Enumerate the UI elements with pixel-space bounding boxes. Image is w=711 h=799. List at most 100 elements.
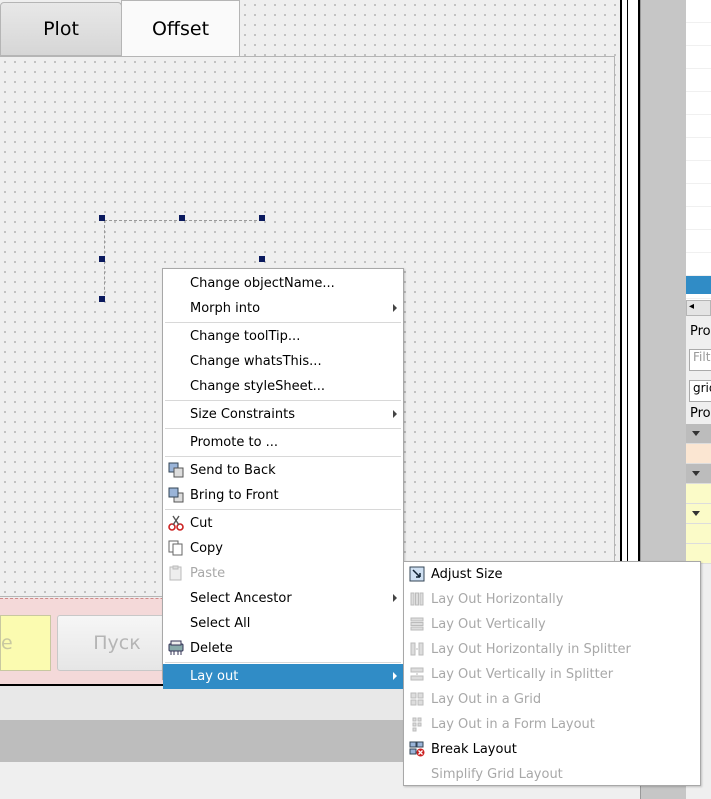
send-to-back-icon	[168, 462, 184, 478]
splitter-horizontal-icon	[410, 642, 424, 656]
selection-handle[interactable]	[179, 215, 185, 221]
property-row[interactable]	[686, 484, 711, 504]
expand-icon[interactable]	[692, 511, 700, 516]
menu-item-change-objectname[interactable]: Change objectName...	[163, 271, 403, 296]
property-filter-input[interactable]: Filt	[689, 349, 711, 371]
start-button[interactable]: Пуск	[57, 615, 177, 671]
grid-layout-icon	[410, 692, 424, 706]
submenu-arrow-icon	[393, 304, 397, 312]
line-edit-text: е	[1, 632, 13, 654]
menu-item-paste[interactable]: Paste	[163, 561, 403, 586]
menu-item-bring-to-front[interactable]: Bring to Front	[163, 483, 403, 508]
property-header: Pro	[690, 406, 711, 421]
scroll-left-icon[interactable]: ◂	[689, 301, 694, 312]
property-group-row[interactable]	[686, 464, 711, 484]
menu-item-label: Simplify Grid Layout	[431, 767, 563, 782]
menu-separator	[165, 322, 401, 323]
menu-item-lay-out-horizontally-in-splitter[interactable]: Lay Out Horizontally in Splitter	[404, 637, 700, 662]
selection-handle[interactable]	[99, 296, 105, 302]
submenu-arrow-icon	[393, 410, 397, 418]
tab-plot-label: Plot	[43, 18, 79, 40]
menu-item-label: Change toolTip...	[190, 329, 301, 344]
menu-item-lay-out-vertically[interactable]: Lay Out Vertically	[404, 612, 700, 637]
submenu-arrow-icon	[393, 672, 397, 680]
menu-item-label: Size Constraints	[190, 407, 295, 422]
object-class-field: grid	[689, 380, 711, 402]
menu-item-label: Lay Out Vertically	[431, 617, 546, 632]
property-row[interactable]	[686, 524, 711, 544]
submenu-arrow-icon	[393, 594, 397, 602]
menu-item-change-whatsthis[interactable]: Change whatsThis...	[163, 349, 403, 374]
menu-item-label: Adjust Size	[431, 567, 503, 582]
menu-item-change-tooltip[interactable]: Change toolTip...	[163, 324, 403, 349]
menu-item-adjust-size[interactable]: Adjust Size	[404, 562, 700, 587]
menu-item-label: Cut	[190, 516, 213, 531]
start-button-label: Пуск	[93, 632, 141, 654]
menu-item-label: Change whatsThis...	[190, 354, 322, 369]
expand-icon[interactable]	[692, 431, 700, 436]
break-layout-icon	[409, 741, 425, 757]
menu-item-simplify-grid-layout[interactable]: Simplify Grid Layout	[404, 762, 700, 787]
menu-item-lay-out-vertically-in-splitter[interactable]: Lay Out Vertically in Splitter	[404, 662, 700, 687]
menu-item-select-ancestor[interactable]: Select Ancestor	[163, 586, 403, 611]
menu-item-size-constraints[interactable]: Size Constraints	[163, 402, 403, 427]
menu-item-label: Change styleSheet...	[190, 379, 326, 394]
selection-handle[interactable]	[99, 256, 105, 262]
selection-handle[interactable]	[99, 215, 105, 221]
menu-item-label: Promote to ...	[190, 435, 279, 450]
menu-item-lay-out-in-a-grid[interactable]: Lay Out in a Grid	[404, 687, 700, 712]
layout-horizontal-icon	[410, 592, 424, 606]
menu-item-label: Lay Out Horizontally	[431, 592, 564, 607]
property-row[interactable]	[686, 504, 711, 524]
menu-item-label: Delete	[190, 641, 233, 656]
lay-out-submenu: Adjust Size Lay Out Horizontally Lay Out…	[403, 561, 701, 786]
menu-item-label: Morph into	[190, 301, 261, 316]
menu-item-label: Send to Back	[190, 463, 276, 478]
property-row[interactable]	[686, 444, 711, 464]
menu-item-label: Paste	[190, 566, 226, 581]
line-edit[interactable]: е	[0, 615, 51, 671]
bring-to-front-icon	[168, 487, 184, 503]
layout-vertical-icon	[410, 617, 424, 631]
menu-item-label: Change objectName...	[190, 276, 335, 291]
selection-handle[interactable]	[259, 256, 265, 262]
adjust-size-icon	[409, 566, 425, 582]
menu-item-promote-to[interactable]: Promote to ...	[163, 430, 403, 455]
menu-separator	[165, 509, 401, 510]
context-menu: Change objectName... Morph into Change t…	[162, 268, 404, 689]
menu-separator	[165, 456, 401, 457]
menu-item-label: Select All	[190, 616, 251, 631]
tab-offset-label: Offset	[151, 17, 210, 40]
menu-separator	[165, 428, 401, 429]
expand-icon[interactable]	[692, 471, 700, 476]
splitter-vertical-icon	[410, 667, 424, 681]
horizontal-scrollbar[interactable]: ◂	[686, 300, 711, 316]
property-editor-title: Pro	[690, 324, 711, 339]
property-group-row[interactable]	[686, 424, 711, 444]
delete-icon	[168, 640, 184, 655]
menu-item-break-layout[interactable]: Break Layout	[404, 737, 700, 762]
menu-item-send-to-back[interactable]: Send to Back	[163, 458, 403, 483]
menu-item-morph-into[interactable]: Morph into	[163, 296, 403, 321]
menu-item-select-all[interactable]: Select All	[163, 611, 403, 636]
menu-item-cut[interactable]: Cut	[163, 511, 403, 536]
menu-item-label: Break Layout	[431, 742, 517, 757]
selection-handle[interactable]	[259, 215, 265, 221]
menu-item-copy[interactable]: Copy	[163, 536, 403, 561]
menu-item-lay-out-horizontally[interactable]: Lay Out Horizontally	[404, 587, 700, 612]
menu-separator	[165, 400, 401, 401]
object-inspector-selected-row[interactable]	[686, 276, 711, 294]
menu-item-label: Lay out	[190, 669, 239, 684]
copy-icon	[168, 540, 183, 556]
menu-item-change-stylesheet[interactable]: Change styleSheet...	[163, 374, 403, 399]
menu-item-label: Select Ancestor	[190, 591, 292, 606]
menu-item-lay-out[interactable]: Lay out	[163, 664, 403, 689]
form-layout-icon	[412, 717, 422, 732]
menu-item-delete[interactable]: Delete	[163, 636, 403, 661]
scissors-icon	[168, 515, 184, 531]
object-inspector-list[interactable]	[686, 0, 711, 300]
tab-plot[interactable]: Plot	[0, 2, 122, 56]
menu-item-lay-out-in-a-form-layout[interactable]: Lay Out in a Form Layout	[404, 712, 700, 737]
menu-item-label: Lay Out Horizontally in Splitter	[431, 642, 631, 657]
tab-offset[interactable]: Offset	[121, 0, 240, 56]
